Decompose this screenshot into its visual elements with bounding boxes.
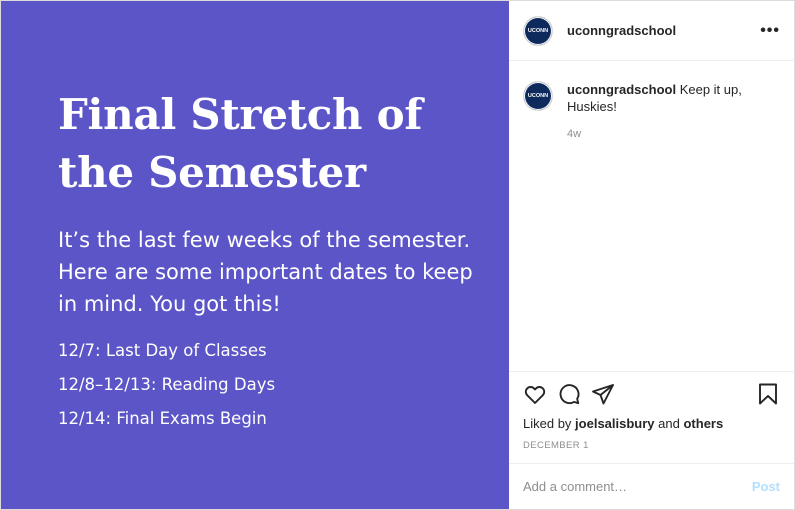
comment-input[interactable]	[523, 479, 752, 494]
post-image-body: It’s the last few weeks of the semester.…	[58, 228, 473, 316]
actions-area: Liked by joelsalisbury and others DECEMB…	[509, 371, 794, 463]
username-link[interactable]: uconngradschool	[567, 23, 676, 38]
liked-by-user-link[interactable]: joelsalisbury	[575, 416, 654, 431]
post-button[interactable]: Post	[752, 479, 780, 494]
instagram-post: Final Stretch of the Semester It’s the l…	[0, 0, 795, 510]
date-item: 12/8–12/13: Reading Days	[58, 375, 276, 394]
liked-by-others-link[interactable]: others	[683, 416, 723, 431]
caption-comment: UCONN uconngradschool Keep it up, Huskie…	[523, 81, 780, 143]
heart-icon[interactable]	[523, 382, 547, 406]
liked-by-mid: and	[658, 416, 680, 431]
action-icons	[523, 380, 780, 408]
avatar[interactable]: UCONN	[523, 81, 553, 111]
date-item: 12/7: Last Day of Classes	[58, 341, 267, 360]
post-sidebar: UCONN uconngradschool ••• UCONN uconngra…	[509, 1, 794, 509]
comment-username[interactable]: uconngradschool	[567, 82, 676, 97]
likes-line: Liked by joelsalisbury and others	[523, 416, 780, 431]
add-comment-bar: Post	[509, 463, 794, 509]
post-image[interactable]: Final Stretch of the Semester It’s the l…	[1, 1, 509, 509]
post-header: UCONN uconngradschool •••	[509, 1, 794, 61]
avatar[interactable]: UCONN	[523, 15, 553, 46]
post-image-dates: 12/7: Last Day of Classes 12/8–12/13: Re…	[58, 334, 478, 436]
share-icon[interactable]	[591, 382, 615, 406]
comment-text-block: uconngradschool Keep it up, Huskies! 4w	[567, 81, 780, 143]
comment-icon[interactable]	[557, 382, 581, 406]
bookmark-icon[interactable]	[756, 382, 780, 406]
liked-by-prefix: Liked by	[523, 416, 572, 431]
post-image-title: Final Stretch of the Semester	[58, 90, 423, 197]
date-item: 12/14: Final Exams Begin	[58, 409, 267, 428]
post-date[interactable]: DECEMBER 1	[523, 440, 780, 451]
ellipsis-icon[interactable]: •••	[760, 22, 780, 40]
comment-time[interactable]: 4w	[567, 126, 780, 143]
comments-section: UCONN uconngradschool Keep it up, Huskie…	[509, 61, 794, 371]
